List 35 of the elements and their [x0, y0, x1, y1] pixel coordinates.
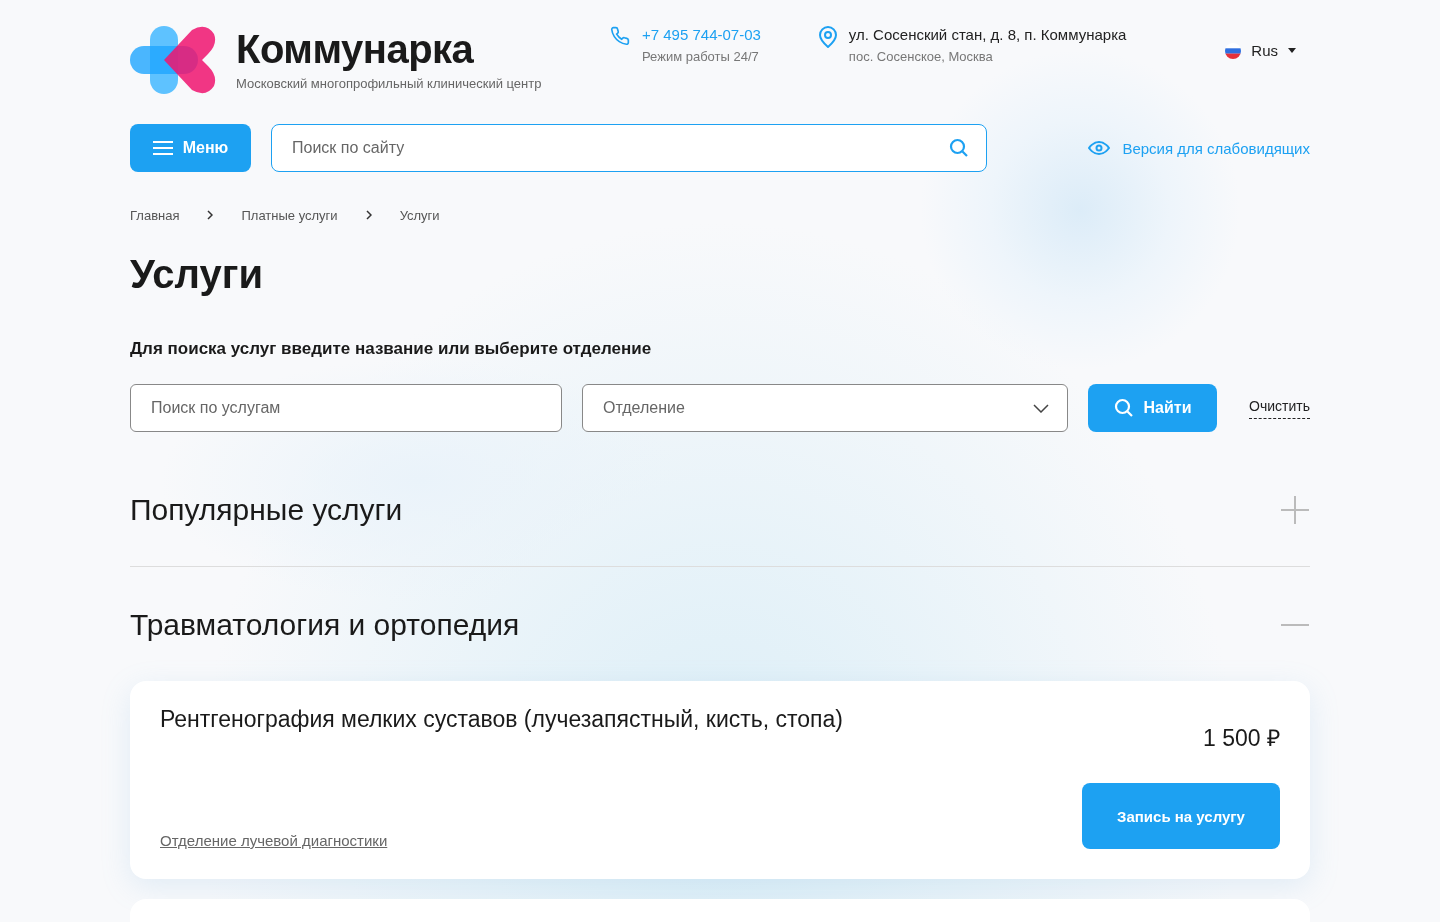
department-select[interactable]: Отделение [582, 384, 1068, 432]
phone-icon [610, 26, 630, 46]
service-search-field[interactable]: Поиск по услугам [130, 384, 562, 432]
search-icon [949, 138, 969, 158]
flag-icon [1225, 42, 1242, 59]
eye-icon [1088, 141, 1111, 155]
logo-icon [130, 26, 216, 94]
address-area: пос. Сосенское, Москва [848, 49, 1127, 64]
caret-icon [1288, 48, 1296, 53]
search-icon [1113, 398, 1134, 418]
chevron-right-icon [365, 210, 372, 220]
chevron-down-icon [1033, 403, 1049, 413]
service-name: Рентгенография мелких суставов (лучезапястный, кисть, стопа) [160, 705, 844, 734]
menu-icon [152, 141, 173, 155]
breadcrumb-link[interactable]: Главная [130, 207, 180, 223]
service-price: 1 500 ₽ [1203, 724, 1280, 753]
page-title: Услуги [130, 251, 264, 298]
location-pin-icon [818, 26, 837, 48]
chevron-right-icon [207, 210, 214, 220]
brand-name: Коммунарка [236, 26, 475, 72]
brand-tagline: Московский многопрофильный клинический центр [236, 76, 542, 91]
search-hint: Для поиска услуг введите название или выберите отделение [130, 338, 653, 360]
working-hours: Режим работы 24/7 [642, 49, 760, 64]
section-title: Популярные услуги [130, 492, 403, 528]
section-title: Травматология и ортопедия [130, 607, 520, 643]
breadcrumb-link[interactable]: Услуги [399, 207, 440, 223]
plus-icon[interactable] [1281, 496, 1309, 524]
breadcrumb-link[interactable]: Платные услуги [241, 207, 338, 223]
address: ул. Сосенский стан, д. 8, п. Коммунарка [848, 26, 1127, 43]
minus-icon[interactable] [1281, 624, 1309, 626]
accessibility-label: Версия для слабовидящих [1122, 139, 1310, 157]
language-selector[interactable]: Rus [1225, 42, 1296, 59]
department-link[interactable]: Отделение лучевой диагностики [160, 832, 1082, 849]
clear-link[interactable]: Очистить [1249, 397, 1310, 419]
site-search-field[interactable]: Поиск по сайту [271, 124, 987, 172]
